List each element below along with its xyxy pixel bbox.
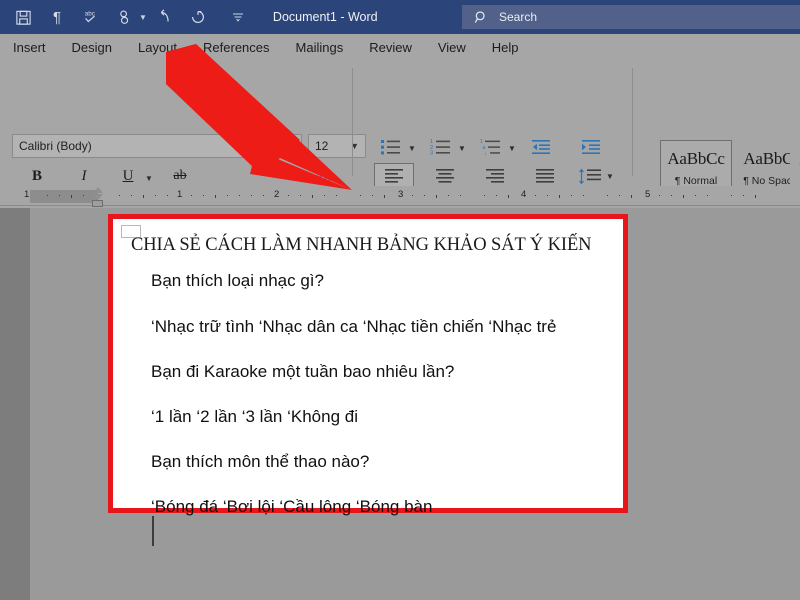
strikethrough-button[interactable]: ab — [165, 164, 195, 188]
text-insertion-caret — [152, 516, 154, 546]
font-name-chevron-down-icon[interactable]: ▼ — [285, 141, 294, 151]
bullets-button[interactable] — [378, 136, 404, 158]
ribbon: Calibri (Body) ▼ 12 ▼ B I U ▼ ab A ▼ 1 2… — [0, 62, 800, 244]
tab-design[interactable]: Design — [59, 34, 125, 62]
tab-review[interactable]: Review — [356, 34, 425, 62]
document-title-line: CHIA SẺ CÁCH LÀM NHANH BẢNG KHẢO SÁT Ý K… — [131, 235, 592, 255]
search-icon — [474, 10, 489, 25]
ruler-margin-left — [30, 190, 98, 203]
first-line-indent-marker[interactable] — [93, 187, 103, 193]
ruler-number: 1 — [177, 189, 183, 200]
horizontal-ruler[interactable]: 1 1 2 3 4 5 — [0, 186, 800, 208]
multilevel-chevron-down-icon[interactable]: ▼ — [508, 144, 516, 153]
svg-text:i: i — [485, 151, 486, 156]
tab-mailings[interactable]: Mailings — [283, 34, 357, 62]
font-size-combo[interactable]: 12 ▼ — [308, 134, 366, 158]
spelling-check-icon[interactable]: abc — [74, 0, 108, 34]
line-spacing-chevron-down-icon[interactable]: ▼ — [606, 172, 614, 181]
underline-chevron-down-icon[interactable]: ▼ — [145, 174, 153, 183]
ruler-number: 3 — [398, 189, 404, 200]
italic-button[interactable]: I — [71, 164, 97, 188]
group-separator — [352, 68, 353, 176]
customize-qat-icon[interactable] — [225, 0, 251, 34]
numbering-button[interactable]: 1 2 3 — [428, 136, 454, 158]
tab-layout[interactable]: Layout — [125, 34, 190, 62]
clear-all-formatting-button[interactable]: A — [310, 164, 340, 188]
search-placeholder: Search — [499, 10, 538, 24]
document-line: Bạn thích loại nhạc gì? — [151, 271, 324, 290]
quick-access-toolbar: ¶ abc ▼ — [0, 0, 251, 34]
left-gutter — [0, 208, 30, 600]
save-icon[interactable] — [6, 0, 40, 34]
undo-icon[interactable] — [147, 0, 181, 34]
svg-text:3: 3 — [430, 151, 433, 156]
group-separator-2 — [632, 68, 633, 176]
document-title: Document1 - Word — [272, 10, 378, 24]
document-line: Bạn đi Karaoke một tuần bao nhiêu lần? — [151, 362, 455, 381]
style-preview: AaBbCc — [667, 149, 725, 168]
ribbon-tab-bar: Insert Design Layout References Mailings… — [0, 34, 800, 62]
tab-references[interactable]: References — [190, 34, 282, 62]
numbering-chevron-down-icon[interactable]: ▼ — [458, 144, 466, 153]
document-line: Bạn thích môn thể thao nào? — [151, 452, 370, 471]
ruler-number: 2 — [274, 189, 280, 200]
bullets-chevron-down-icon[interactable]: ▼ — [408, 144, 416, 153]
search-box[interactable]: Search — [462, 5, 800, 29]
ruler-number: 1 — [24, 189, 30, 200]
underline-button[interactable]: U — [115, 164, 141, 188]
document-line: ‘Nhạc trữ tình ‘Nhạc dân ca ‘Nhạc tiền c… — [151, 317, 557, 336]
track-changes-icon[interactable] — [108, 0, 142, 34]
ruler-baseline — [0, 205, 800, 206]
multilevel-list-button[interactable]: 1 a i — [478, 136, 504, 158]
paragraph-mark-icon[interactable]: ¶ — [40, 0, 74, 34]
font-name-combo[interactable]: Calibri (Body) ▼ — [12, 134, 302, 158]
bold-button[interactable]: B — [24, 164, 50, 188]
font-size-value: 12 — [315, 139, 329, 153]
increase-indent-button[interactable] — [578, 136, 604, 158]
document-line: ‘1 lần ‘2 lần ‘3 lần ‘Không đi — [151, 407, 358, 426]
red-highlight-box: CHIA SẺ CÁCH LÀM NHANH BẢNG KHẢO SÁT Ý K… — [108, 214, 628, 516]
decrease-indent-button[interactable] — [528, 136, 554, 158]
tab-insert[interactable]: Insert — [0, 34, 59, 62]
ruler-number: 4 — [521, 189, 527, 200]
left-indent-marker[interactable] — [92, 200, 103, 207]
svg-text:A: A — [314, 170, 325, 185]
track-changes-chevron-down-icon[interactable]: ▼ — [139, 13, 147, 22]
tab-help[interactable]: Help — [479, 34, 532, 62]
font-name-value: Calibri (Body) — [19, 139, 92, 153]
word-window: ¶ abc ▼ Document1 - Word Search Insert D… — [0, 0, 800, 600]
ruler-number: 5 — [645, 189, 651, 200]
title-bar: ¶ abc ▼ Document1 - Word Search — [0, 0, 800, 34]
redo-icon[interactable] — [181, 0, 215, 34]
document-line: ‘Bóng đá ‘Bơi lội ‘Cầu lông ‘Bóng bàn — [151, 497, 433, 516]
tab-view[interactable]: View — [425, 34, 479, 62]
